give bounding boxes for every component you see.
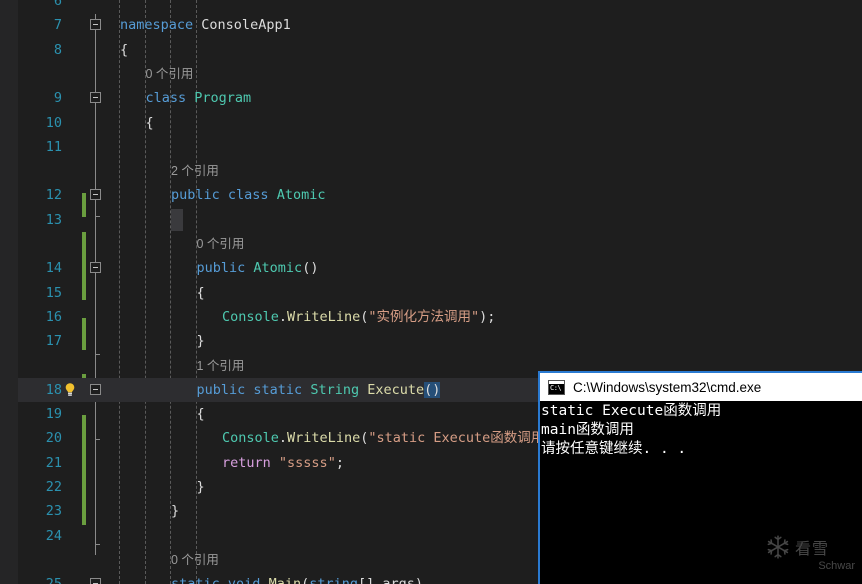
collapse-toggle[interactable]: [90, 578, 101, 584]
code-text[interactable]: }: [197, 329, 205, 353]
line-number: 23: [45, 503, 62, 520]
editor-outer-margin: [0, 0, 18, 584]
console-output-area[interactable]: static Execute函数调用 main函数调用请按任意键继续. . .: [540, 401, 862, 584]
code-line[interactable]: 14 public Atomic(): [18, 256, 862, 280]
code-text[interactable]: public Atomic(): [197, 256, 319, 280]
code-text[interactable]: {: [197, 402, 205, 426]
code-line[interactable]: 8{: [18, 38, 862, 62]
collapse-toggle[interactable]: [90, 19, 101, 31]
code-line[interactable]: 7 namespace ConsoleApp1: [18, 13, 862, 37]
line-number: 7: [53, 17, 62, 34]
line-number: 11: [45, 138, 62, 155]
line-number: 9: [53, 90, 62, 107]
code-text[interactable]: {: [146, 111, 154, 135]
cmd-console-window[interactable]: C:\ C:\Windows\system32\cmd.exe static E…: [538, 371, 862, 584]
codelens-reference-count[interactable]: 0 个引用: [18, 232, 862, 256]
code-text[interactable]: public class Atomic: [171, 183, 325, 207]
codelens-reference-count[interactable]: 0 个引用: [18, 62, 862, 86]
quick-actions-lightbulb[interactable]: [62, 382, 78, 398]
codelens-reference-count[interactable]: 2 个引用: [18, 159, 862, 183]
brace-match-highlight: [171, 209, 183, 231]
codelens-label[interactable]: 0 个引用: [146, 62, 194, 86]
code-text[interactable]: }: [171, 499, 179, 523]
line-number: 20: [45, 430, 62, 447]
cmd-icon-text: C:\: [550, 383, 562, 392]
code-line[interactable]: 16 Console.WriteLine("实例化方法调用");: [18, 305, 862, 329]
line-number: 17: [45, 333, 62, 350]
line-number: 8: [53, 41, 62, 58]
code-line[interactable]: 15 {: [18, 281, 862, 305]
code-text[interactable]: public static String Execute(): [197, 378, 441, 402]
console-output-line: static Execute函数调用: [541, 403, 722, 419]
line-number: 25: [18, 572, 62, 584]
cmd-icon: C:\: [548, 379, 565, 395]
line-number: 10: [45, 114, 62, 131]
line-number: 22: [45, 479, 62, 495]
code-line[interactable]: 6: [18, 0, 862, 13]
line-number: 12: [45, 187, 62, 204]
code-line[interactable]: 17}: [18, 329, 862, 353]
outline-tree-end: [95, 544, 100, 545]
line-number: 16: [45, 308, 62, 325]
collapse-toggle[interactable]: [90, 262, 101, 274]
line-number: 19: [45, 406, 62, 423]
screenshot-root: 6 7 namespace ConsoleApp1 8{0 个引用 9 class Pro…: [0, 0, 862, 584]
code-text[interactable]: }: [197, 475, 205, 499]
code-text[interactable]: static void Main(string[] args): [171, 572, 423, 584]
code-text[interactable]: class Program: [146, 86, 252, 110]
outline-tree-end: [95, 216, 100, 217]
code-line[interactable]: 11: [18, 135, 862, 159]
code-line[interactable]: 13{: [18, 208, 862, 232]
line-number: 6: [53, 0, 62, 9]
line-number: 15: [45, 284, 62, 301]
code-line[interactable]: 9 class Program: [18, 86, 862, 110]
outline-tree-end: [95, 354, 100, 355]
code-line[interactable]: 12 public class Atomic: [18, 183, 862, 207]
line-number: 21: [45, 454, 62, 471]
collapse-toggle[interactable]: [90, 383, 101, 395]
console-output-line: 请按任意键继续. . .: [541, 441, 687, 457]
codelens-label[interactable]: 0 个引用: [197, 232, 245, 256]
line-number: 24: [45, 527, 62, 544]
line-number: 14: [45, 260, 62, 277]
code-text[interactable]: return "sssss";: [222, 451, 344, 475]
code-text[interactable]: Console.WriteLine("实例化方法调用");: [222, 305, 495, 329]
console-title-text: C:\Windows\system32\cmd.exe: [573, 379, 762, 395]
line-number: 18: [45, 381, 62, 398]
code-text[interactable]: namespace ConsoleApp1: [120, 13, 291, 37]
outline-tree-end: [95, 439, 100, 440]
collapse-toggle[interactable]: [90, 189, 101, 201]
codelens-label[interactable]: 1 个引用: [197, 354, 245, 378]
codelens-label[interactable]: 2 个引用: [171, 159, 219, 183]
collapse-toggle[interactable]: [90, 92, 101, 104]
code-line[interactable]: 10 {: [18, 111, 862, 135]
console-output-line: main函数调用: [541, 422, 634, 438]
codelens-label[interactable]: 0 个引用: [171, 548, 219, 572]
line-number: 13: [45, 211, 62, 228]
code-text[interactable]: Console.WriteLine("static Execute函数调用");: [222, 426, 569, 450]
code-text[interactable]: {: [120, 38, 128, 62]
console-title-bar[interactable]: C:\ C:\Windows\system32\cmd.exe: [540, 373, 862, 401]
code-text[interactable]: {: [197, 281, 205, 305]
